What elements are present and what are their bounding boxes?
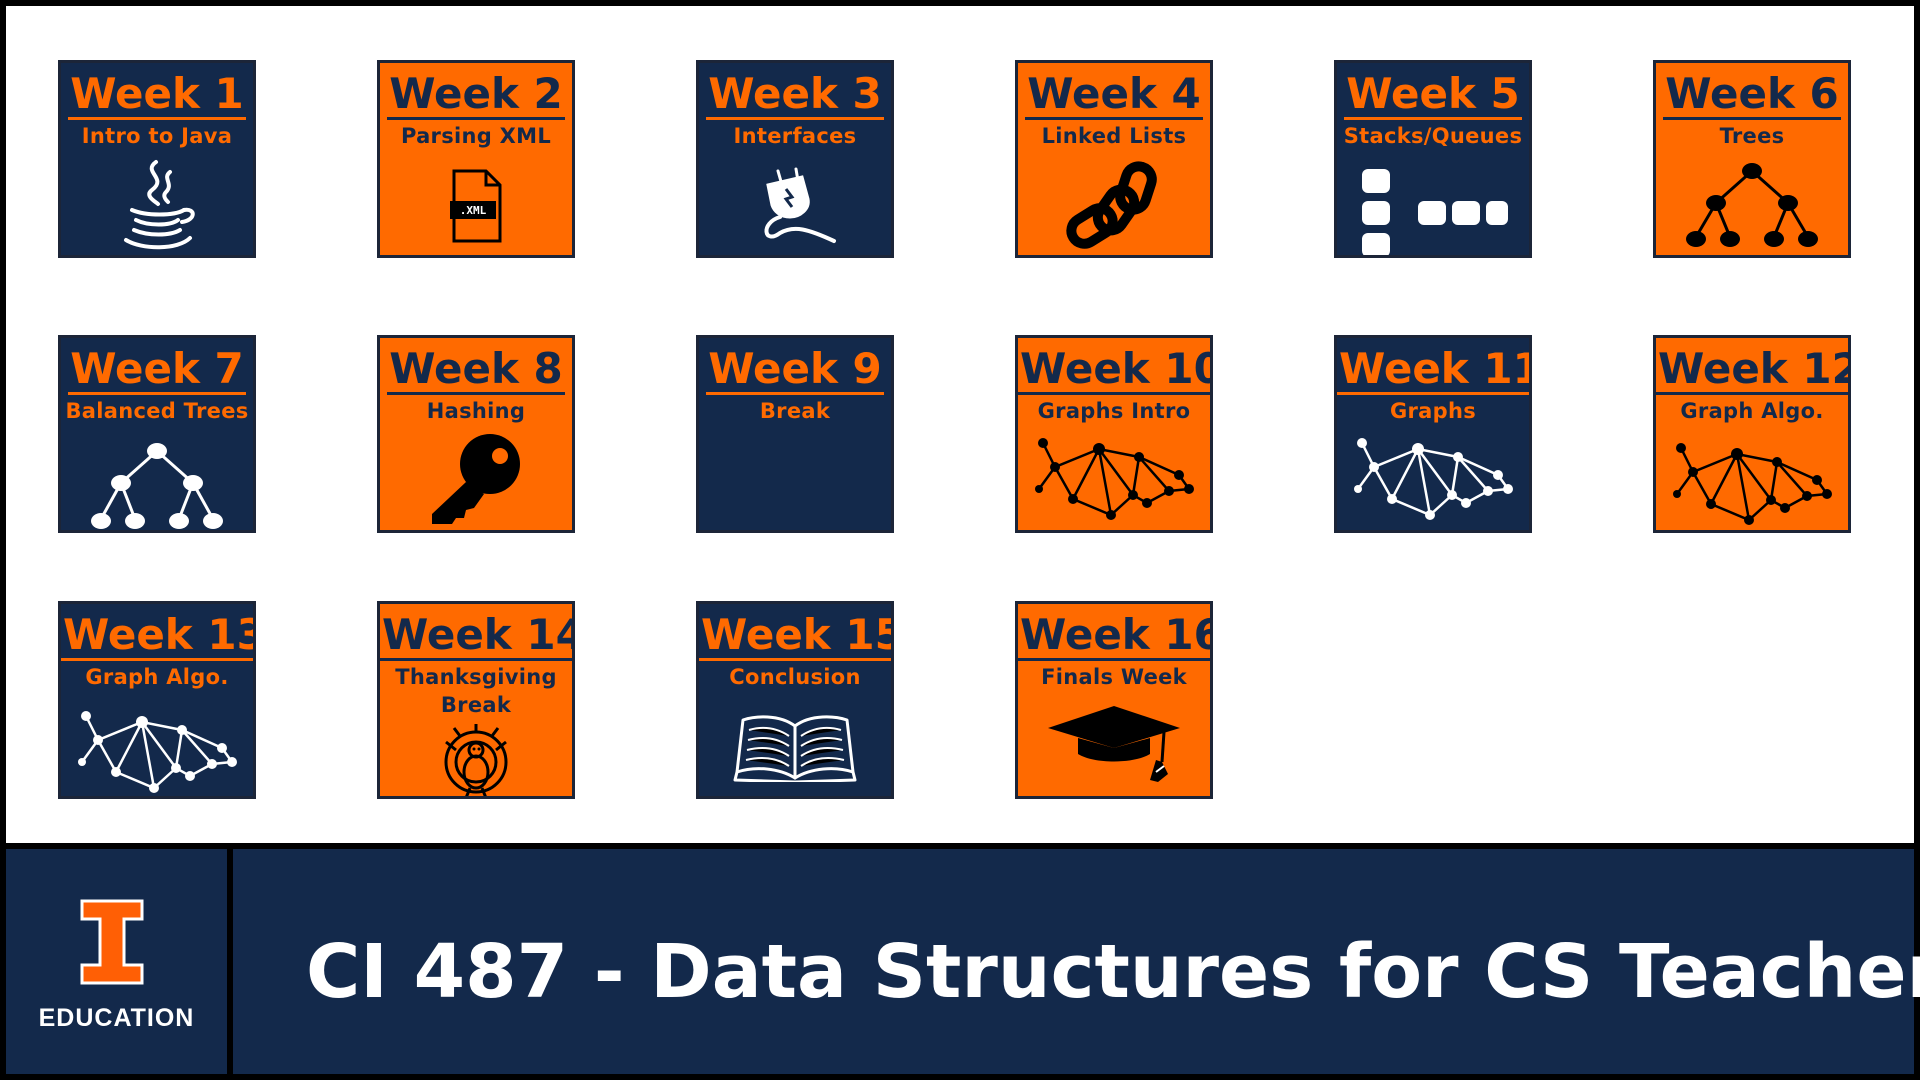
week-tile-14[interactable]: Week 14 Thanksgiving Break bbox=[377, 601, 575, 799]
week-tile-10[interactable]: Week 10 Graphs Intro bbox=[1015, 335, 1213, 533]
chain-link-icon bbox=[1066, 161, 1157, 249]
week-label: Week 1 bbox=[68, 69, 246, 120]
week-label: Week 2 bbox=[387, 69, 565, 120]
week-label: Week 3 bbox=[706, 69, 884, 120]
week-topic: Balanced Trees bbox=[65, 399, 249, 423]
week-label: Week 16 bbox=[1018, 612, 1210, 661]
week-topic: Graphs Intro bbox=[1037, 399, 1191, 423]
java-icon bbox=[124, 160, 195, 250]
open-book-icon bbox=[733, 715, 857, 782]
key-icon bbox=[432, 434, 520, 524]
stack-queue-icon bbox=[1362, 169, 1508, 255]
week-label: Week 13 bbox=[61, 612, 253, 661]
week-topic: Hashing bbox=[426, 399, 526, 423]
balanced-tree-icon bbox=[91, 443, 223, 529]
week-tile-5[interactable]: Week 5 Stacks/Queues bbox=[1334, 60, 1532, 258]
week-topic: Graph Algo. bbox=[85, 665, 229, 689]
week-topic: Finals Week bbox=[1041, 665, 1187, 689]
graduation-cap-icon bbox=[1048, 706, 1180, 782]
week-tile-2[interactable]: Week 2 Parsing XML .XML bbox=[377, 60, 575, 258]
week-label: Week 8 bbox=[387, 344, 565, 395]
week-tile-12[interactable]: Week 12 Graph Algo. bbox=[1653, 335, 1851, 533]
graph-icon bbox=[1354, 438, 1513, 520]
graph-icon bbox=[1035, 438, 1194, 520]
week-topic: Thanksgiving Break bbox=[395, 665, 557, 717]
week-tile-15[interactable]: Week 15 Conclusion bbox=[696, 601, 894, 799]
week-tile-3[interactable]: Week 3 Interfaces bbox=[696, 60, 894, 258]
week-topic: Graph Algo. bbox=[1680, 399, 1824, 423]
graph-icon bbox=[1673, 443, 1832, 525]
week-topic: Break bbox=[759, 399, 831, 423]
week-topic: Intro to Java bbox=[81, 124, 233, 148]
week-topic: Trees bbox=[1719, 124, 1785, 148]
week-tile-8[interactable]: Week 8 Hashing bbox=[377, 335, 575, 533]
week-topic: Interfaces bbox=[733, 124, 857, 148]
svg-text:.XML: .XML bbox=[460, 204, 487, 217]
week-label: Week 6 bbox=[1663, 69, 1841, 120]
week-tile-16[interactable]: Week 16 Finals Week bbox=[1015, 601, 1213, 799]
week-label: Week 11 bbox=[1337, 346, 1529, 395]
week-topic: Graphs bbox=[1389, 399, 1477, 423]
tree-icon bbox=[1686, 163, 1818, 247]
course-title: CI 487 - Data Structures for CS Teachers bbox=[306, 929, 1920, 1015]
week-tile-1[interactable]: Week 1 Intro to Java bbox=[58, 60, 256, 258]
week-tile-9[interactable]: Week 9 Break bbox=[696, 335, 894, 533]
xml-file-icon: .XML bbox=[450, 169, 502, 243]
week-topic: Linked Lists bbox=[1041, 124, 1187, 148]
week-topic: Parsing XML bbox=[400, 124, 552, 148]
week-label: Week 15 bbox=[699, 612, 891, 661]
week-label: Week 5 bbox=[1344, 69, 1522, 120]
week-label: Week 4 bbox=[1025, 69, 1203, 120]
week-tile-4[interactable]: Week 4 Linked Lists bbox=[1015, 60, 1213, 258]
week-tile-6[interactable]: Week 6 Trees bbox=[1653, 60, 1851, 258]
week-label: Week 14 bbox=[380, 612, 572, 661]
logo-label: EDUCATION bbox=[38, 1004, 195, 1032]
block-i-logo-icon bbox=[80, 899, 144, 985]
week-topic: Conclusion bbox=[729, 665, 861, 689]
graph-icon bbox=[78, 711, 237, 793]
week-tile-11[interactable]: Week 11 Graphs bbox=[1334, 335, 1532, 533]
plug-icon bbox=[764, 167, 836, 243]
footer-banner: EDUCATION CI 487 - Data Structures for C… bbox=[0, 843, 1920, 1080]
footer-divider bbox=[227, 849, 233, 1074]
turkey-icon bbox=[444, 724, 508, 796]
week-tile-7[interactable]: Week 7 Balanced Trees bbox=[58, 335, 256, 533]
week-label: Week 9 bbox=[706, 344, 884, 395]
week-label: Week 10 bbox=[1018, 346, 1210, 395]
university-logo: EDUCATION bbox=[6, 849, 227, 1074]
week-topic: Stacks/Queues bbox=[1343, 124, 1523, 148]
week-label: Week 12 bbox=[1656, 346, 1848, 395]
week-label: Week 7 bbox=[68, 344, 246, 395]
week-tile-13[interactable]: Week 13 Graph Algo. bbox=[58, 601, 256, 799]
